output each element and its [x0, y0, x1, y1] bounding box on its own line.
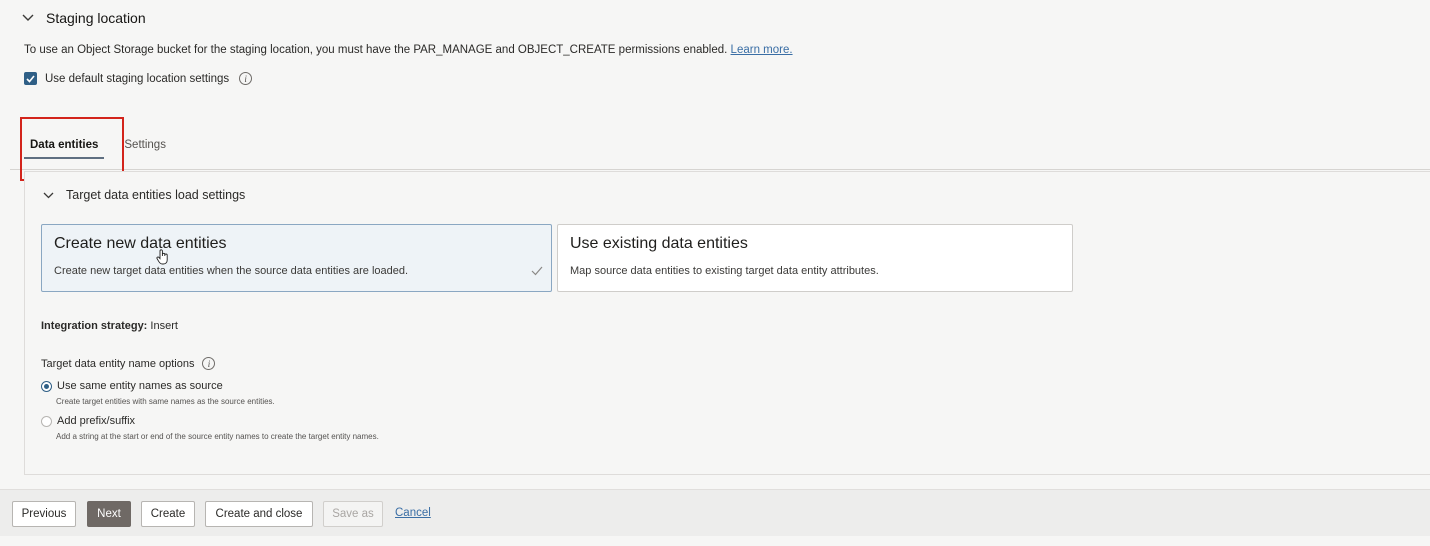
staging-title: Staging location	[46, 10, 146, 26]
integration-strategy-value: Insert	[150, 320, 178, 332]
learn-more-link[interactable]: Learn more.	[731, 44, 793, 56]
info-icon[interactable]: i	[202, 357, 216, 370]
tab-settings[interactable]: Settings	[118, 137, 172, 159]
radio-same-names[interactable]: Use same entity names as source	[41, 380, 223, 392]
create-new-entities-card[interactable]: Create new data entities Create new targ…	[41, 224, 552, 292]
name-options-label-row: Target data entity name options i	[41, 357, 216, 370]
staging-description-text: To use an Object Storage bucket for the …	[24, 44, 728, 56]
staging-section-header[interactable]: Staging location	[22, 8, 146, 28]
integration-strategy-label: Integration strategy:	[41, 320, 148, 332]
radio-button[interactable]	[41, 380, 52, 392]
card-title: Create new data entities	[54, 235, 227, 252]
target-section-title: Target data entities load settings	[66, 188, 246, 202]
previous-button[interactable]: Previous	[12, 501, 76, 527]
save-as-button[interactable]: Save as	[323, 501, 383, 527]
cancel-link[interactable]: Cancel	[395, 507, 431, 519]
card-description: Create new target data entities when the…	[54, 265, 409, 277]
check-icon	[531, 263, 543, 281]
default-staging-checkbox-row[interactable]: Use default staging location settings i	[24, 72, 253, 85]
chevron-down-icon[interactable]	[43, 188, 54, 202]
default-staging-label: Use default staging location settings	[45, 72, 230, 85]
next-button[interactable]: Next	[87, 501, 131, 527]
footer-action-bar: Previous Next Create Create and close Sa…	[0, 489, 1430, 536]
target-section-header[interactable]: Target data entities load settings	[43, 188, 245, 202]
card-title: Use existing data entities	[570, 235, 748, 252]
info-icon[interactable]: i	[239, 72, 253, 85]
hand-cursor-icon	[156, 249, 170, 270]
create-and-close-button[interactable]: Create and close	[205, 501, 313, 527]
radio-label: Add prefix/suffix	[57, 415, 136, 427]
default-staging-checkbox[interactable]	[24, 72, 37, 85]
tab-divider	[10, 169, 1430, 170]
radio-prefix-suffix[interactable]: Add prefix/suffix	[41, 415, 135, 427]
radio-help-text: Add a string at the start or end of the …	[56, 432, 379, 441]
radio-help-text: Create target entities with same names a…	[56, 397, 275, 406]
create-button[interactable]: Create	[141, 501, 195, 527]
name-options-label: Target data entity name options	[41, 357, 195, 370]
target-settings-panel: Target data entities load settings Creat…	[24, 171, 1430, 475]
radio-label: Use same entity names as source	[57, 380, 223, 392]
chevron-down-icon[interactable]	[22, 14, 34, 22]
radio-button[interactable]	[41, 415, 52, 427]
staging-description: To use an Object Storage bucket for the …	[24, 44, 793, 56]
card-description: Map source data entities to existing tar…	[570, 265, 879, 277]
use-existing-entities-card[interactable]: Use existing data entities Map source da…	[557, 224, 1073, 292]
integration-strategy: Integration strategy: Insert	[41, 320, 178, 332]
page: Staging location To use an Object Storag…	[0, 0, 1430, 546]
